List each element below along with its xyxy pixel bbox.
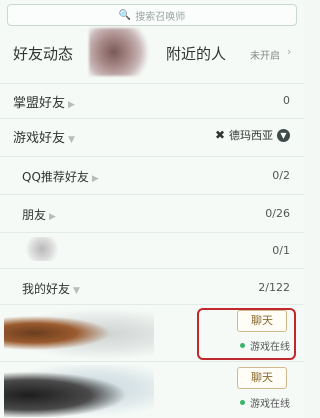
tab-friends-feed[interactable]: 好友动态 xyxy=(13,43,73,64)
friend-item[interactable]: 聊天 游戏在线 xyxy=(0,361,304,418)
group-count: 0/2 xyxy=(272,169,290,182)
chevron-down-icon: ▼ xyxy=(73,286,80,296)
friends-page: 🔍 搜索召唤师 好友动态 附近的人 未开启 › 掌盟好友 ▶ 0 游戏好友 ▼ ✖ … xyxy=(0,0,304,418)
search-bar: 🔍 搜索召唤师 xyxy=(0,0,304,30)
group-label: 朋友 ▶ xyxy=(22,208,56,222)
search-icon: 🔍 xyxy=(118,9,132,21)
group-row-hidden[interactable]: 0/1 xyxy=(0,232,304,268)
search-placeholder: 搜索召唤师 xyxy=(135,11,186,23)
blurred-group-name xyxy=(25,237,59,261)
status-text: 游戏在线 xyxy=(250,399,290,410)
highlight-box xyxy=(197,308,296,360)
online-status: 游戏在线 xyxy=(240,395,290,410)
avatar xyxy=(4,365,154,417)
search-input[interactable]: 🔍 搜索召唤师 xyxy=(7,4,297,26)
crossed-swords-icon: ✖ xyxy=(214,128,225,142)
chat-button[interactable]: 聊天 xyxy=(237,367,287,389)
tab-nearby-people[interactable]: 附近的人 xyxy=(166,43,226,64)
group-row-my-friends[interactable]: 我的好友 ▼ 2/122 xyxy=(0,268,304,304)
group-row-game-friends[interactable]: 游戏好友 ▼ ✖ 德玛西亚 ▼ xyxy=(0,118,304,152)
group-label: QQ推荐好友 ▶ xyxy=(22,170,99,184)
chevron-right-icon: ▶ xyxy=(91,174,99,184)
group-count: 0 xyxy=(283,94,290,107)
group-row-qq-recommend[interactable]: QQ推荐好友 ▶ 0/2 xyxy=(0,156,304,194)
group-count: 0/1 xyxy=(272,244,290,257)
avatar xyxy=(4,308,154,360)
group-row-friends[interactable]: 朋友 ▶ 0/26 xyxy=(0,194,304,232)
group-label: 掌盟好友 ▶ xyxy=(13,96,75,111)
chevron-right-icon: ▶ xyxy=(68,100,75,110)
chevron-right-icon: ▶ xyxy=(49,212,56,222)
chevron-down-icon: ▼ xyxy=(68,135,75,145)
group-label: 游戏好友 ▼ xyxy=(13,131,75,146)
chevron-down-icon: ▼ xyxy=(277,128,290,142)
group-row-app-friends[interactable]: 掌盟好友 ▶ 0 xyxy=(0,83,304,117)
nearby-status: 未开启 xyxy=(250,51,280,62)
group-count: 2/122 xyxy=(258,281,290,294)
top-tabs: 好友动态 附近的人 未开启 › xyxy=(0,32,304,68)
region-selector[interactable]: ✖ 德玛西亚 ▼ xyxy=(215,127,290,143)
online-dot-icon xyxy=(240,400,245,405)
group-count: 0/26 xyxy=(265,207,290,220)
region-name: 德玛西亚 xyxy=(229,129,273,142)
group-label: 我的好友 ▼ xyxy=(22,282,80,296)
avatar xyxy=(89,28,151,76)
chevron-right-icon: › xyxy=(287,45,292,58)
